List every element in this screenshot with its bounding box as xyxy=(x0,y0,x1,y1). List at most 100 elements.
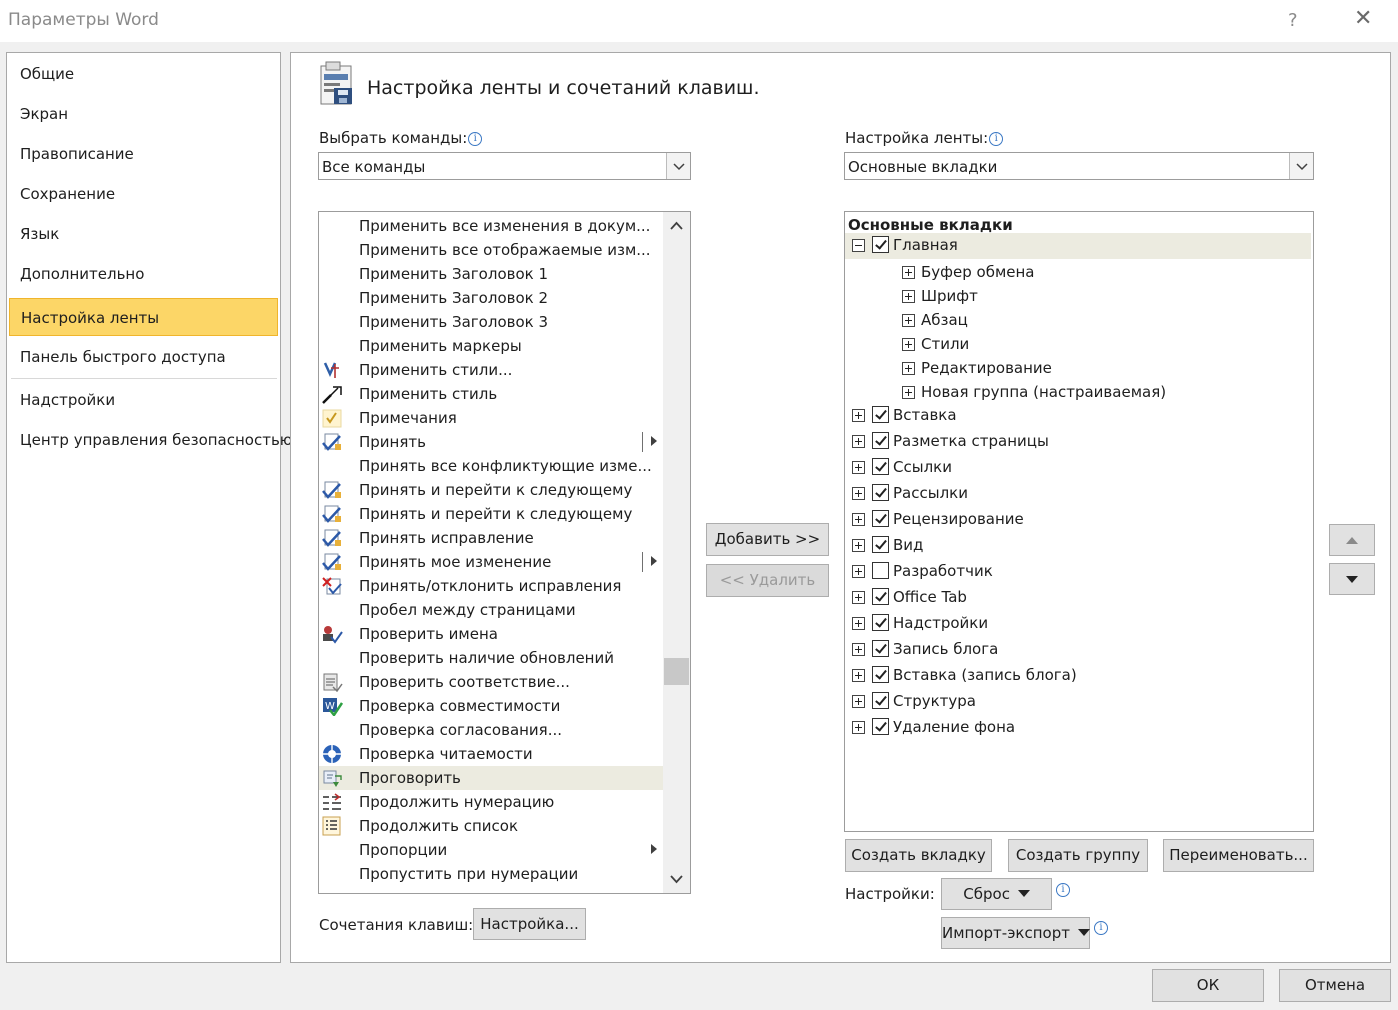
ribbon-group-item[interactable]: Стили xyxy=(845,332,1305,358)
help-button[interactable]: ? xyxy=(1288,10,1298,31)
ribbon-tab-item[interactable]: Структура xyxy=(845,689,1305,715)
new-tab-button[interactable]: Создать вкладку xyxy=(845,839,992,872)
ribbon-tab-item[interactable]: Разметка страницы xyxy=(845,429,1305,455)
ribbon-tab-item[interactable]: Надстройки xyxy=(845,611,1305,637)
expand-icon[interactable] xyxy=(902,290,915,303)
tab-checkbox[interactable] xyxy=(872,692,889,709)
expand-icon[interactable] xyxy=(902,314,915,327)
choose-commands-select[interactable]: Все команды xyxy=(318,152,691,180)
tab-checkbox[interactable] xyxy=(872,484,889,501)
tab-checkbox[interactable] xyxy=(872,536,889,553)
command-item[interactable]: Принять xyxy=(319,430,663,454)
ok-button[interactable]: ОК xyxy=(1152,969,1264,1002)
expand-icon[interactable] xyxy=(852,539,865,552)
ribbon-tab-item[interactable]: Ссылки xyxy=(845,455,1305,481)
command-item[interactable]: Примечания xyxy=(319,406,663,430)
command-item[interactable]: Проверить соответствие... xyxy=(319,670,663,694)
nav-item[interactable]: Сохранение xyxy=(9,175,278,213)
tab-checkbox[interactable] xyxy=(872,666,889,683)
rename-button[interactable]: Переименовать... xyxy=(1163,839,1314,872)
scroll-down-icon[interactable] xyxy=(670,874,683,884)
command-item[interactable]: Проверка читаемости xyxy=(319,742,663,766)
expand-icon[interactable] xyxy=(902,386,915,399)
submenu-arrow-icon[interactable] xyxy=(651,556,657,566)
tab-checkbox[interactable] xyxy=(872,510,889,527)
expand-icon[interactable] xyxy=(852,695,865,708)
expand-icon[interactable] xyxy=(852,721,865,734)
ribbon-tab-item[interactable]: Office Tab xyxy=(845,585,1305,611)
scroll-thumb[interactable] xyxy=(664,658,689,685)
ribbon-tree[interactable]: Основные вкладки Главная Буфер обмена Шриф… xyxy=(844,211,1314,832)
nav-item[interactable]: Надстройки xyxy=(9,381,278,419)
command-item[interactable]: Пропустить при нумерации xyxy=(319,862,663,886)
tab-checkbox[interactable] xyxy=(872,718,889,735)
cancel-button[interactable]: Отмена xyxy=(1279,969,1391,1002)
nav-item[interactable]: Общие xyxy=(9,55,278,93)
move-down-button[interactable] xyxy=(1329,563,1375,595)
remove-button[interactable]: << Удалить xyxy=(706,564,829,597)
ribbon-tab-item[interactable]: Вид xyxy=(845,533,1305,559)
expand-icon[interactable] xyxy=(902,338,915,351)
command-item[interactable]: Принять/отклонить исправления xyxy=(319,574,663,598)
customize-shortcuts-button[interactable]: Настройка... xyxy=(473,908,586,940)
command-item[interactable]: Принять мое изменение xyxy=(319,550,663,574)
info-icon[interactable]: i xyxy=(1094,921,1108,935)
nav-item[interactable]: Правописание xyxy=(9,135,278,173)
command-item[interactable]: Проверить наличие обновлений xyxy=(319,646,663,670)
tab-checkbox[interactable] xyxy=(872,406,889,423)
nav-item[interactable]: Панель быстрого доступа xyxy=(9,338,278,376)
info-icon[interactable]: i xyxy=(989,132,1004,146)
nav-item[interactable]: Центр управления безопасностью xyxy=(9,421,292,459)
command-item[interactable]: Применить стили... xyxy=(319,358,663,382)
command-item[interactable]: Проверка согласования... xyxy=(319,718,663,742)
ribbon-tab-item[interactable]: Разработчик xyxy=(845,559,1305,585)
command-item[interactable]: Проверить имена xyxy=(319,622,663,646)
expand-icon[interactable] xyxy=(902,362,915,375)
command-item[interactable]: Продолжить нумерацию xyxy=(319,790,663,814)
ribbon-tab-item[interactable]: Рецензирование xyxy=(845,507,1305,533)
command-item[interactable]: Принять и перейти к следующему xyxy=(319,502,663,526)
close-button[interactable]: ✕ xyxy=(1354,6,1372,31)
expand-icon[interactable] xyxy=(852,565,865,578)
ribbon-tab-item[interactable]: Вставка xyxy=(845,403,1305,429)
command-item[interactable]: Проговорить xyxy=(319,766,663,790)
scroll-up-icon[interactable] xyxy=(670,221,683,231)
command-item[interactable]: Применить Заголовок 1 xyxy=(319,262,663,286)
ribbon-group-item[interactable]: Буфер обмена xyxy=(845,260,1305,286)
ribbon-group-item[interactable]: Абзац xyxy=(845,308,1305,334)
ribbon-tab-item[interactable]: Вставка (запись блога) xyxy=(845,663,1305,689)
commands-scrollbar[interactable] xyxy=(663,212,690,893)
new-group-button[interactable]: Создать группу xyxy=(1008,839,1148,872)
expand-icon[interactable] xyxy=(852,591,865,604)
add-button[interactable]: Добавить >> xyxy=(706,523,829,556)
expand-icon[interactable] xyxy=(852,487,865,500)
expand-icon[interactable] xyxy=(852,513,865,526)
command-item[interactable]: Принять исправление xyxy=(319,526,663,550)
tab-checkbox[interactable] xyxy=(872,588,889,605)
tab-checkbox[interactable] xyxy=(872,458,889,475)
commands-list[interactable]: Применить все изменения в докум... Примен… xyxy=(318,211,691,894)
command-item[interactable]: W Проверка совместимости xyxy=(319,694,663,718)
nav-item[interactable]: Дополнительно xyxy=(9,255,278,293)
info-icon[interactable]: i xyxy=(468,132,483,146)
expand-icon[interactable] xyxy=(852,461,865,474)
command-item[interactable]: Применить Заголовок 2 xyxy=(319,286,663,310)
command-item[interactable]: Пропорции xyxy=(319,838,663,862)
nav-item[interactable]: Язык xyxy=(9,215,278,253)
expand-icon[interactable] xyxy=(852,409,865,422)
submenu-arrow-icon[interactable] xyxy=(651,436,657,446)
customize-ribbon-select[interactable]: Основные вкладки xyxy=(844,152,1314,180)
reset-button[interactable]: Сброс xyxy=(941,878,1052,910)
expand-icon[interactable] xyxy=(852,643,865,656)
tab-checkbox[interactable] xyxy=(872,640,889,657)
ribbon-tab-item[interactable]: Главная xyxy=(845,233,1311,259)
ribbon-tab-item[interactable]: Рассылки xyxy=(845,481,1305,507)
expand-icon[interactable] xyxy=(852,669,865,682)
ribbon-tab-item[interactable]: Удаление фона xyxy=(845,715,1305,741)
submenu-arrow-icon[interactable] xyxy=(651,844,657,854)
command-item[interactable]: Применить стиль xyxy=(319,382,663,406)
tab-checkbox[interactable] xyxy=(872,236,889,253)
expand-icon[interactable] xyxy=(852,617,865,630)
ribbon-tab-item[interactable]: Запись блога xyxy=(845,637,1305,663)
tab-checkbox[interactable] xyxy=(872,614,889,631)
